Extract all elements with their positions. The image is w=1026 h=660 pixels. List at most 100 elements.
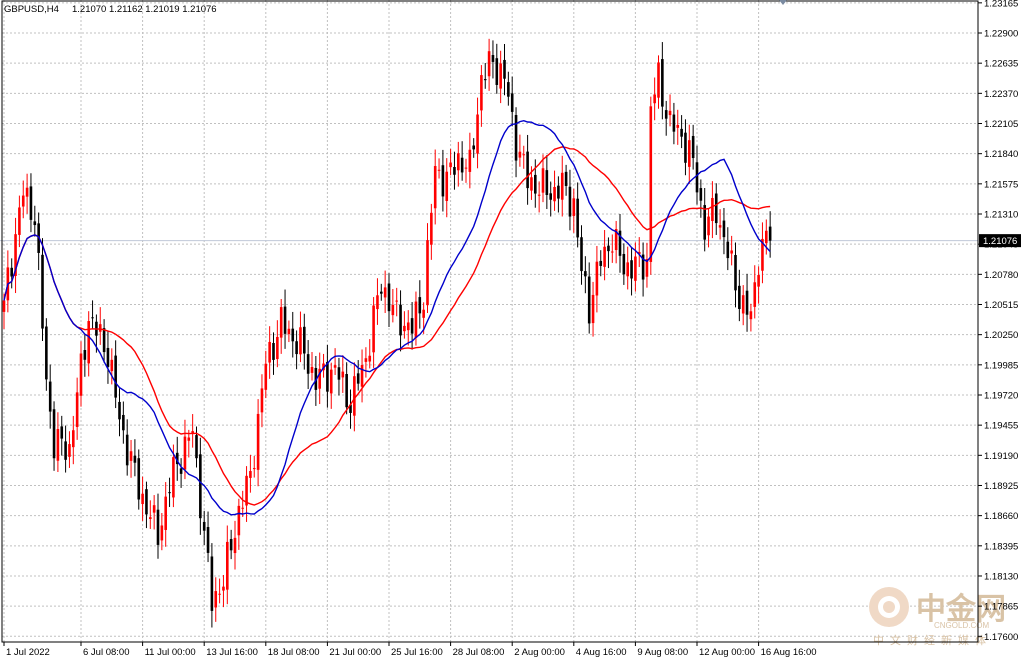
y-tick-label: 1.23165 — [984, 0, 1018, 9]
candle-bull — [445, 171, 449, 201]
y-tick-label: 1.21575 — [984, 179, 1018, 190]
x-tick-label: 9 Aug 08:00 — [637, 647, 688, 658]
y-tick-label: 1.18395 — [984, 541, 1018, 552]
candle-bull — [353, 376, 356, 416]
candle-bear — [114, 355, 117, 398]
y-tick-label: 1.17600 — [984, 632, 1018, 643]
candle-bull — [668, 110, 672, 116]
candle-bull — [433, 166, 437, 209]
candle-bull — [711, 198, 714, 222]
candle-bull — [360, 365, 364, 387]
candle-bear — [568, 186, 572, 217]
candle-bull — [741, 295, 745, 314]
current-price-tag: 1.21076 — [979, 234, 1021, 248]
y-tick-label: 1.17865 — [984, 602, 1018, 613]
candle-bear — [295, 341, 298, 355]
symbol-label: GBPUSD,H4 — [4, 4, 59, 15]
candle-bear — [199, 454, 202, 519]
candle-bear — [599, 260, 603, 266]
candle-bear — [472, 145, 475, 150]
candle-bear — [326, 361, 329, 392]
candle-bull — [457, 153, 460, 171]
candle-bull — [279, 307, 283, 338]
candle-bear — [691, 135, 695, 159]
candle-bear — [534, 174, 537, 194]
candle-bull — [383, 287, 387, 298]
x-tick-label: 13 Jul 16:00 — [206, 647, 258, 658]
candle-bear — [272, 342, 275, 360]
candle-bear — [125, 434, 129, 466]
candle-bull — [676, 124, 680, 128]
candle-bear — [202, 521, 206, 531]
candle-bull — [183, 436, 187, 470]
candle-bull — [256, 413, 260, 470]
candle-bear — [441, 165, 445, 197]
candle-bull — [287, 328, 291, 335]
candle-bull — [152, 505, 156, 513]
candle-bear — [722, 220, 726, 238]
candle-bull — [537, 194, 541, 196]
candle-bear — [118, 401, 121, 420]
candle-bull — [757, 275, 760, 287]
candle-bull — [276, 336, 279, 360]
y-tick-label: 1.22105 — [984, 119, 1018, 130]
candle-bull — [226, 541, 229, 590]
candle-bear — [306, 354, 310, 374]
candle-bull — [364, 358, 368, 362]
x-tick-label: 16 Aug 16:00 — [761, 647, 817, 658]
candle-bear — [52, 409, 56, 459]
candle-bear — [661, 59, 664, 107]
y-tick-label: 1.19720 — [984, 390, 1018, 401]
candle-bear — [510, 93, 514, 112]
candle-bull — [333, 365, 337, 368]
candle-bull — [164, 496, 167, 530]
candle-bear — [380, 291, 383, 294]
candle-bull — [541, 168, 545, 193]
y-tick-label: 1.21840 — [984, 149, 1018, 160]
candle-bear — [576, 198, 579, 238]
candle-bear — [137, 458, 141, 500]
candle-bull — [657, 62, 660, 98]
candle-bull — [499, 63, 502, 89]
candle-bull — [341, 371, 345, 378]
candle-bear — [145, 489, 148, 515]
candle-bull — [149, 517, 152, 519]
candle-bull — [110, 359, 114, 372]
candle-bear — [703, 205, 706, 240]
candle-bull — [480, 75, 483, 111]
candle-bear — [29, 186, 33, 220]
candle-bull — [218, 593, 221, 595]
candle-bull — [160, 525, 164, 541]
candle-bull — [649, 106, 653, 262]
candle-bear — [122, 414, 125, 431]
candle-bear — [60, 426, 64, 439]
y-tick-label: 1.19190 — [984, 451, 1018, 462]
candle-bear — [584, 271, 587, 277]
candle-bull — [626, 262, 629, 277]
candle-bear — [768, 226, 772, 241]
candle-bull — [591, 294, 595, 324]
candle-bear — [356, 373, 360, 384]
candle-bull — [765, 230, 768, 244]
candle-bull — [87, 321, 90, 364]
candle-bull — [634, 256, 637, 281]
candle-bear — [229, 539, 233, 551]
candle-bull — [21, 195, 25, 207]
price-chart[interactable]: 中金网 CNGOLD.COM 中文财经新媒体 1.231651.229001.2… — [0, 0, 1026, 660]
candle-bull — [522, 154, 526, 156]
candle-bull — [603, 246, 606, 267]
watermark-subtitle: 中文财经新媒体 — [873, 633, 992, 647]
candle-bear — [91, 317, 94, 319]
candle-bull — [518, 151, 522, 158]
candle-bear — [283, 306, 287, 334]
candle-bear — [33, 221, 37, 226]
candle-bear — [491, 55, 495, 62]
candle-bull — [329, 369, 333, 394]
candle-bull — [414, 301, 418, 338]
candle-bear — [680, 128, 683, 137]
y-tick-label: 1.18660 — [984, 511, 1018, 522]
candle-bull — [72, 430, 75, 448]
candle-bull — [595, 261, 599, 296]
candle-bull — [376, 295, 379, 310]
candle-bull — [237, 505, 241, 536]
